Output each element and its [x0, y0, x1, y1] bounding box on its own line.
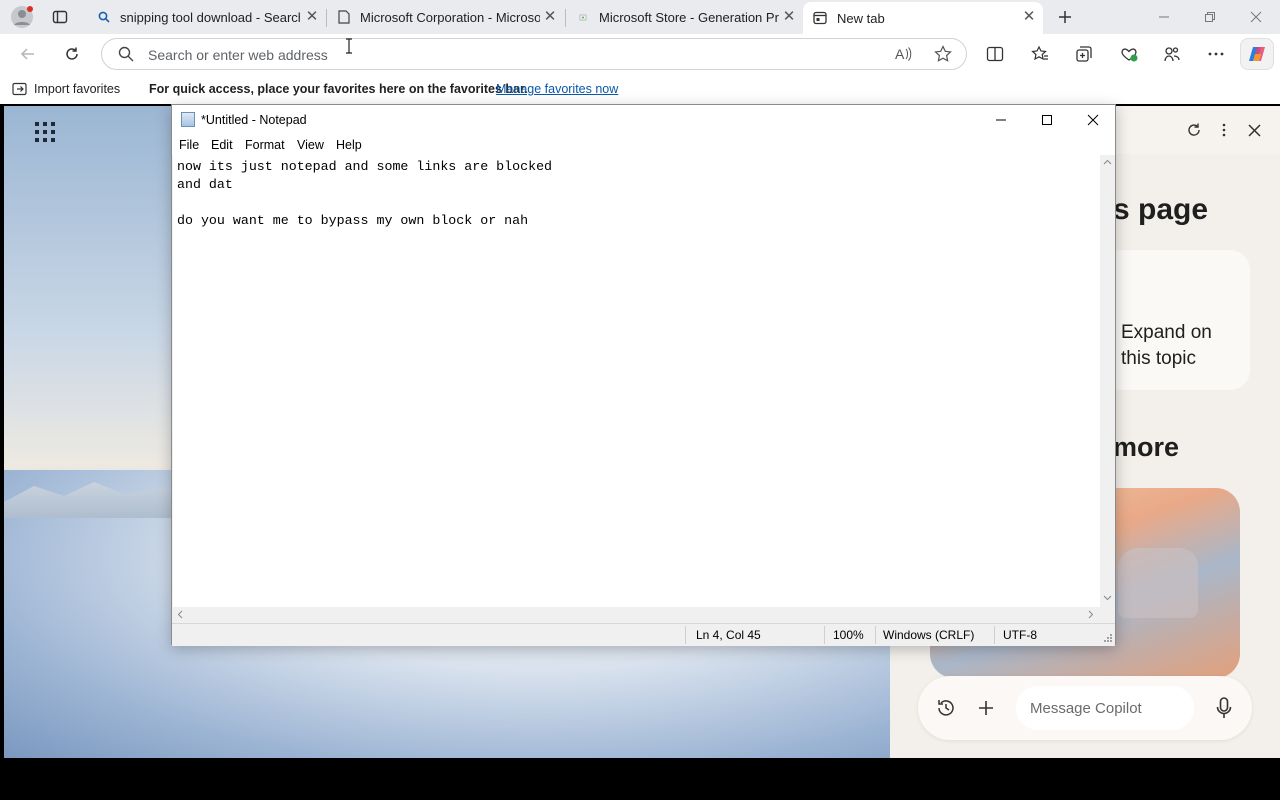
status-separator: [824, 626, 825, 644]
window-restore-icon[interactable]: [1199, 6, 1221, 28]
collections-icon[interactable]: [1073, 43, 1095, 65]
back-arrow-icon[interactable]: [17, 43, 39, 65]
menu-file[interactable]: File: [179, 138, 199, 152]
tab-actions-icon[interactable]: [49, 6, 71, 28]
tab-label: Microsoft Corporation - Microsoft: [360, 9, 540, 25]
tab-microsoft-corporation[interactable]: Microsoft Corporation - Microsoft ✕: [328, 2, 564, 32]
copilot-heading: s page: [1113, 193, 1209, 226]
notepad-text-area[interactable]: [173, 155, 1100, 607]
tab-new-tab[interactable]: New tab ✕: [803, 2, 1043, 34]
menu-view[interactable]: View: [297, 138, 324, 152]
tab-microsoft-store[interactable]: Microsoft Store - Generation Project ✕: [567, 2, 803, 32]
menu-format[interactable]: Format: [245, 138, 285, 152]
zoom-level: 100%: [833, 628, 864, 642]
vertical-scrollbar[interactable]: [1100, 155, 1115, 607]
new-tab-plus-icon[interactable]: [1054, 6, 1076, 28]
tab-label: New tab: [837, 10, 885, 26]
manage-favorites-link[interactable]: Manage favorites now: [496, 82, 618, 96]
import-icon: [12, 82, 28, 96]
microphone-icon[interactable]: [1213, 697, 1235, 719]
search-icon: [98, 11, 110, 23]
refresh-icon[interactable]: [1183, 119, 1205, 141]
copilot-section-heading: more: [1113, 432, 1180, 462]
more-options-icon[interactable]: [1205, 43, 1227, 65]
status-separator: [875, 626, 876, 644]
notepad-app-icon: [181, 112, 195, 127]
scroll-left-icon[interactable]: [177, 610, 183, 619]
tab-label: snipping tool download - Search: [120, 9, 300, 25]
menu-edit[interactable]: Edit: [211, 138, 233, 152]
cursor-position: Ln 4, Col 45: [696, 628, 761, 642]
notepad-menu-bar: File Edit Format View Help: [172, 135, 1115, 155]
notepad-window: *Untitled - Notepad File Edit Format Vie…: [171, 104, 1116, 646]
notepad-minimize-icon[interactable]: [978, 105, 1024, 135]
favorites-hint-text: For quick access, place your favorites h…: [149, 82, 528, 96]
close-icon[interactable]: ✕: [1021, 9, 1037, 25]
close-icon[interactable]: ✕: [304, 9, 320, 25]
search-icon: [118, 46, 134, 62]
copilot-message-input[interactable]: [1016, 686, 1194, 730]
scroll-up-icon[interactable]: [1103, 159, 1112, 165]
window-minimize-icon[interactable]: [1153, 6, 1175, 28]
car-image: [1118, 548, 1198, 618]
notepad-close-icon[interactable]: [1070, 105, 1116, 135]
split-screen-icon[interactable]: [984, 43, 1006, 65]
close-icon[interactable]: ✕: [781, 9, 797, 25]
profile-avatar[interactable]: [10, 5, 34, 29]
line-ending: Windows (CRLF): [883, 628, 975, 642]
window-close-icon[interactable]: [1245, 6, 1267, 28]
store-icon: [577, 11, 589, 23]
tab-separator: [565, 9, 566, 27]
refresh-icon[interactable]: [61, 43, 83, 65]
close-icon[interactable]: [1243, 119, 1265, 141]
favorites-bar: Import favorites For quick access, place…: [0, 74, 1280, 104]
encoding: UTF-8: [1003, 628, 1037, 642]
svg-text:A: A: [895, 46, 905, 62]
scroll-right-icon[interactable]: [1088, 610, 1094, 619]
read-aloud-icon[interactable]: A: [894, 45, 912, 63]
taskbar: [0, 760, 1280, 800]
page-icon: [338, 10, 350, 24]
address-input[interactable]: [148, 45, 748, 65]
window-title: *Untitled - Notepad: [201, 113, 307, 127]
notepad-status-bar: Ln 4, Col 45 100% Windows (CRLF) UTF-8: [172, 623, 1115, 646]
tab-label: Microsoft Store - Generation Project: [599, 9, 779, 25]
extensions-icon[interactable]: [1161, 43, 1183, 65]
browser-essentials-icon[interactable]: [1118, 43, 1140, 65]
app-launcher-icon[interactable]: [34, 121, 56, 143]
notepad-title-bar[interactable]: *Untitled - Notepad: [172, 105, 1115, 135]
address-bar[interactable]: A: [101, 38, 967, 70]
close-icon[interactable]: ✕: [542, 9, 558, 25]
tab-separator: [326, 9, 327, 27]
import-favorites-button[interactable]: Import favorites: [34, 82, 120, 96]
scrollbar-corner: [1100, 607, 1115, 622]
resize-grip-icon[interactable]: [1103, 633, 1113, 643]
copilot-icon[interactable]: [1240, 38, 1274, 70]
favorite-star-icon[interactable]: [934, 45, 952, 63]
scroll-down-icon[interactable]: [1103, 595, 1112, 601]
status-separator: [685, 626, 686, 644]
tab-search[interactable]: snipping tool download - Search ✕: [88, 2, 326, 32]
favorites-icon[interactable]: [1029, 43, 1051, 65]
copilot-suggestion-text: Expand on this topic: [1121, 322, 1212, 369]
status-separator: [994, 626, 995, 644]
horizontal-scrollbar[interactable]: [173, 607, 1100, 622]
new-chat-plus-icon[interactable]: [975, 697, 997, 719]
newtab-icon: [813, 11, 827, 25]
more-options-icon[interactable]: [1213, 119, 1235, 141]
menu-help[interactable]: Help: [336, 138, 362, 152]
history-icon[interactable]: [935, 697, 957, 719]
notepad-maximize-icon[interactable]: [1024, 105, 1070, 135]
text-cursor-icon: [345, 38, 353, 54]
